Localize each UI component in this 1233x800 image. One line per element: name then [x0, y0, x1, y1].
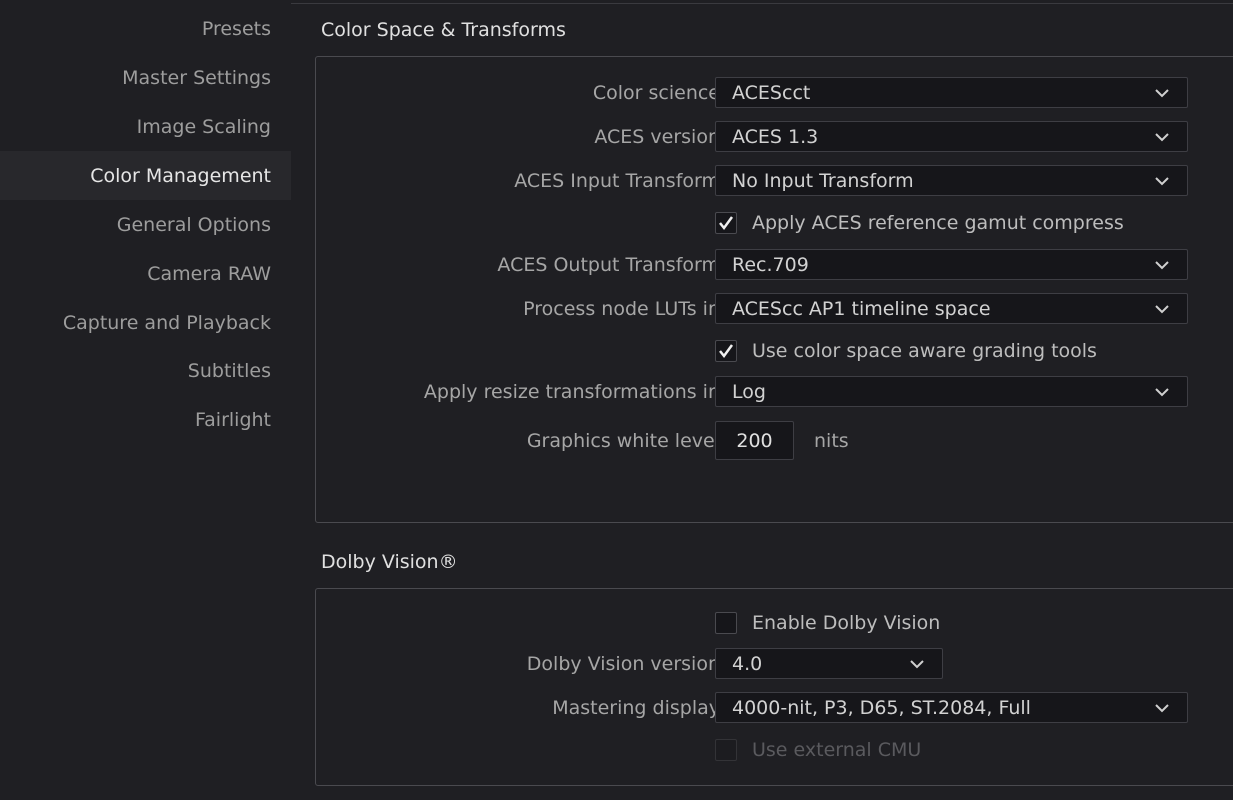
chevron-down-icon	[1155, 133, 1169, 142]
sidebar-item-capture-and-playback[interactable]: Capture and Playback	[0, 298, 291, 347]
color-science-label: Color science	[592, 82, 720, 104]
space-aware-checkbox[interactable]	[715, 340, 737, 362]
aces-version-row: ACES version ACES 1.3	[316, 121, 1233, 153]
sidebar-item-label: Master Settings	[122, 66, 271, 89]
sidebar-item-label: General Options	[116, 213, 271, 236]
space-aware-label: Use color space aware grading tools	[752, 340, 1097, 362]
sidebar-item-subtitles[interactable]: Subtitles	[0, 346, 291, 395]
sidebar-item-fairlight[interactable]: Fairlight	[0, 395, 291, 444]
project-settings-window: Presets Master Settings Image Scaling Co…	[0, 0, 1233, 800]
resize-value: Log	[732, 380, 766, 403]
settings-sidebar: Presets Master Settings Image Scaling Co…	[0, 0, 291, 800]
mastering-display-dropdown[interactable]: 4000-nit, P3, D65, ST.2084, Full	[715, 692, 1188, 723]
white-level-label: Graphics white level	[526, 429, 720, 452]
aces-output-label: ACES Output Transform	[497, 254, 720, 276]
mastering-display-label: Mastering display	[552, 697, 720, 719]
aces-input-value: No Input Transform	[732, 169, 914, 192]
gamut-compress-checkbox[interactable]	[715, 212, 737, 234]
aces-input-row: ACES Input Transform No Input Transform	[316, 165, 1233, 197]
sidebar-item-label: Capture and Playback	[62, 311, 271, 334]
process-luts-dropdown[interactable]: ACEScc AP1 timeline space	[715, 293, 1188, 324]
color-space-panel: Color science ACEScct ACES version ACES …	[315, 56, 1233, 523]
checkmark-icon	[719, 344, 734, 359]
aces-version-label: ACES version	[594, 126, 720, 148]
sidebar-item-label: Presets	[201, 17, 271, 40]
chevron-down-icon	[1155, 704, 1169, 713]
aces-version-dropdown[interactable]: ACES 1.3	[715, 121, 1188, 152]
sidebar-item-label: Camera RAW	[147, 262, 271, 285]
enable-dolby-checkbox[interactable]	[715, 612, 737, 634]
dolby-panel: Enable Dolby Vision Dolby Vision version…	[315, 588, 1233, 786]
chevron-down-icon	[910, 660, 924, 669]
gamut-compress-label: Apply ACES reference gamut compress	[752, 212, 1124, 234]
process-luts-label: Process node LUTs in	[523, 298, 720, 320]
color-space-section-title: Color Space & Transforms	[321, 19, 566, 41]
white-level-row: Graphics white level 200 nits	[316, 421, 1233, 460]
resize-dropdown[interactable]: Log	[715, 376, 1188, 407]
aces-input-dropdown[interactable]: No Input Transform	[715, 165, 1188, 196]
space-aware-row: Use color space aware grading tools	[715, 337, 1097, 365]
aces-output-row: ACES Output Transform Rec.709	[316, 249, 1233, 281]
mastering-display-value: 4000-nit, P3, D65, ST.2084, Full	[732, 696, 1031, 719]
aces-output-value: Rec.709	[732, 253, 809, 276]
white-level-input[interactable]: 200	[715, 421, 794, 460]
sidebar-item-image-scaling[interactable]: Image Scaling	[0, 102, 291, 151]
enable-dolby-row: Enable Dolby Vision	[715, 609, 940, 637]
sidebar-item-label: Image Scaling	[136, 115, 271, 138]
checkmark-icon	[719, 216, 734, 231]
external-cmu-label: Use external CMU	[752, 739, 922, 761]
sidebar-item-label: Color Management	[90, 164, 271, 187]
aces-version-value: ACES 1.3	[732, 125, 819, 148]
color-science-dropdown[interactable]: ACEScct	[715, 77, 1188, 108]
top-divider	[290, 3, 1233, 4]
sidebar-item-presets[interactable]: Presets	[0, 4, 291, 53]
mastering-display-row: Mastering display 4000-nit, P3, D65, ST.…	[316, 692, 1233, 724]
dolby-section-title: Dolby Vision®	[321, 551, 458, 573]
sidebar-item-color-management[interactable]: Color Management	[0, 151, 291, 200]
process-luts-row: Process node LUTs in ACEScc AP1 timeline…	[316, 293, 1233, 325]
aces-output-dropdown[interactable]: Rec.709	[715, 249, 1188, 280]
sidebar-item-label: Subtitles	[187, 359, 271, 382]
sidebar-item-camera-raw[interactable]: Camera RAW	[0, 249, 291, 298]
resize-label: Apply resize transformations in	[423, 381, 720, 403]
sidebar-item-master-settings[interactable]: Master Settings	[0, 53, 291, 102]
dolby-version-value: 4.0	[732, 652, 763, 675]
chevron-down-icon	[1155, 305, 1169, 314]
enable-dolby-label: Enable Dolby Vision	[752, 612, 941, 634]
sidebar-item-label: Fairlight	[194, 408, 271, 431]
sidebar-item-general-options[interactable]: General Options	[0, 200, 291, 249]
chevron-down-icon	[1155, 261, 1169, 270]
aces-input-label: ACES Input Transform	[514, 170, 720, 192]
process-luts-value: ACEScc AP1 timeline space	[732, 297, 991, 320]
chevron-down-icon	[1155, 89, 1169, 98]
dolby-version-row: Dolby Vision version 4.0	[316, 648, 1233, 680]
dolby-version-dropdown[interactable]: 4.0	[715, 648, 943, 679]
color-science-value: ACEScct	[732, 81, 811, 104]
external-cmu-checkbox	[715, 739, 737, 761]
external-cmu-row: Use external CMU	[715, 736, 921, 764]
resize-row: Apply resize transformations in Log	[316, 376, 1233, 408]
gamut-compress-row: Apply ACES reference gamut compress	[715, 209, 1124, 237]
color-science-row: Color science ACEScct	[316, 77, 1233, 109]
white-level-unit: nits	[814, 429, 849, 452]
chevron-down-icon	[1155, 388, 1169, 397]
dolby-version-label: Dolby Vision version	[526, 653, 720, 675]
chevron-down-icon	[1155, 177, 1169, 186]
